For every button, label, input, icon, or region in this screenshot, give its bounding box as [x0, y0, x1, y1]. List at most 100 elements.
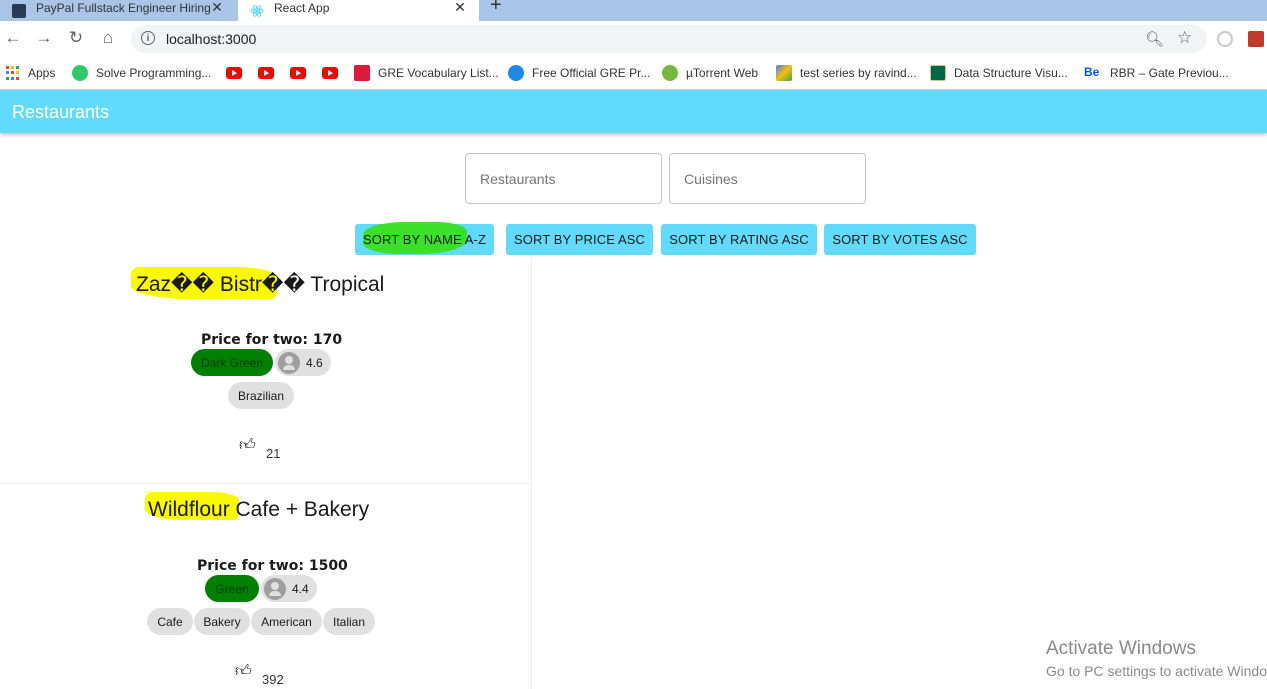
bookmark-label: GRE Vocabulary List... — [378, 66, 499, 80]
bookmark-gre-vocabulary[interactable]: GRE Vocabulary List... — [354, 64, 499, 82]
url-text[interactable]: localhost:3000 — [166, 31, 256, 47]
bookmark-label: Apps — [28, 66, 56, 80]
cuisine-chip: Cafe — [147, 608, 193, 635]
tab-paypal[interactable]: PayPal Fullstack Engineer Hiring C ✕ — [0, 0, 236, 21]
cuisines-search-input[interactable] — [682, 170, 856, 188]
sort-button-label: SORT BY NAME A-Z — [363, 232, 486, 247]
bookmarks-bar: Apps Solve Programming... GRE Vocabulary… — [0, 57, 1267, 90]
rating-color-chip: Green — [205, 575, 259, 602]
profile-extension-icon[interactable] — [1248, 31, 1264, 47]
cuisine-chip: Bakery — [194, 608, 250, 635]
sort-by-price-button[interactable]: SORT BY PRICE ASC — [506, 224, 653, 255]
thumbs-icon: 👍︎ — [235, 663, 252, 680]
new-tab-button[interactable]: + — [490, 0, 502, 17]
bookmark-label: Data Structure Visu... — [954, 66, 1068, 80]
ets-icon — [508, 65, 524, 81]
info-icon[interactable]: i — [141, 31, 155, 45]
bookmark-youtube-3[interactable] — [290, 64, 306, 82]
user-avatar-icon — [278, 351, 300, 374]
sort-button-label: SORT BY RATING ASC — [669, 232, 809, 247]
grid-divider — [531, 258, 532, 689]
price-for-two: Price for two: 1500 — [197, 558, 348, 574]
bookmark-label: Solve Programming... — [96, 66, 212, 80]
zoom-icon[interactable]: 🔍︎ — [1145, 30, 1164, 48]
votes-count: 21 — [266, 446, 281, 461]
sort-by-rating-button[interactable]: SORT BY RATING ASC — [661, 224, 817, 255]
bookmark-label: test series by ravind... — [800, 66, 917, 80]
bookmark-label: RBR – Gate Previou... — [1110, 66, 1229, 80]
youtube-icon — [258, 67, 274, 79]
extension-icon[interactable] — [1217, 31, 1233, 47]
sort-by-votes-button[interactable]: SORT BY VOTES ASC — [824, 224, 976, 255]
thumbs-icon: 👍︎ — [239, 437, 256, 454]
bookmark-free-official-gre[interactable]: Free Official GRE Pr... — [508, 64, 650, 82]
sort-by-name-button[interactable]: SORT BY NAME A-Z — [355, 222, 494, 255]
cuisine-chip: Italian — [323, 608, 375, 635]
rating-color-label: Dark Green — [200, 355, 264, 370]
react-favicon-icon — [250, 4, 264, 18]
address-bar[interactable]: i localhost:3000 🔍︎ ☆ — [131, 25, 1207, 53]
restaurant-name: Zaz�� Bistr�� Tropical — [136, 273, 385, 296]
youtube-icon — [226, 67, 242, 79]
hackerrank-icon — [72, 65, 88, 81]
tab-title: React App — [274, 0, 330, 15]
bookmark-utorrent[interactable]: µTorrent Web — [662, 64, 758, 82]
user-avatar-icon — [264, 577, 286, 600]
navigation-bar: ← → ↻ ⌂ i localhost:3000 🔍︎ ☆ — [0, 21, 1267, 57]
usf-icon — [930, 65, 946, 81]
home-icon[interactable]: ⌂ — [98, 28, 118, 48]
page-title: Restaurants — [12, 102, 110, 122]
tab-react-app[interactable]: React App ✕ — [238, 0, 479, 21]
bookmark-solve-programming[interactable]: Solve Programming... — [72, 64, 211, 82]
restaurants-search-input[interactable] — [478, 170, 652, 188]
bookmark-test-series[interactable]: test series by ravind... — [776, 64, 917, 82]
cuisine-chip: American — [251, 608, 322, 635]
bookmark-rbr-gate[interactable]: Be RBR – Gate Previou... — [1084, 64, 1229, 82]
forward-arrow-icon[interactable]: → — [34, 28, 54, 48]
back-arrow-icon[interactable]: ← — [3, 28, 23, 48]
app-header: Restaurants — [0, 90, 1267, 133]
reload-icon[interactable]: ↻ — [66, 28, 86, 48]
rating-value: 4.6 — [306, 355, 323, 370]
youtube-icon — [290, 67, 306, 79]
rating-color-label: Green — [215, 581, 249, 596]
close-icon[interactable]: ✕ — [453, 0, 467, 16]
rating-color-chip: Dark Green — [191, 349, 273, 376]
tab-title: PayPal Fullstack Engineer Hiring C — [36, 0, 210, 15]
cuisine-label: Bakery — [203, 614, 241, 629]
rating-chip: 4.6 — [275, 349, 331, 376]
utorrent-icon — [662, 65, 678, 81]
sort-button-label: SORT BY VOTES ASC — [832, 232, 968, 247]
behance-icon: Be — [1084, 65, 1102, 81]
bookmark-youtube-1[interactable] — [226, 64, 242, 82]
paypal-favicon-icon — [12, 3, 26, 18]
cuisine-chip: Brazilian — [228, 382, 294, 409]
bookmark-data-structure[interactable]: Data Structure Visu... — [930, 64, 1068, 82]
bookmark-label: µTorrent Web — [686, 66, 759, 80]
bookmark-apps[interactable]: Apps — [6, 64, 55, 82]
card-divider — [0, 483, 531, 484]
votes-count: 392 — [262, 672, 284, 687]
price-for-two: Price for two: 170 — [201, 332, 343, 348]
test-series-icon — [776, 65, 792, 81]
cuisine-label: Italian — [332, 614, 366, 629]
bookmark-youtube-4[interactable] — [322, 64, 338, 82]
bookmark-youtube-2[interactable] — [258, 64, 274, 82]
cuisines-field[interactable] — [669, 153, 866, 204]
rating-chip: 4.4 — [261, 575, 317, 602]
watermark-subtitle: Go to PC settings to activate Windows. — [1046, 663, 1267, 679]
tab-strip: PayPal Fullstack Engineer Hiring C ✕ Rea… — [0, 0, 1267, 21]
cuisine-label: Cafe — [157, 614, 183, 629]
apps-grid-icon — [6, 66, 20, 80]
restaurants-field[interactable] — [465, 153, 662, 204]
cuisine-label: American — [261, 614, 312, 629]
restaurant-name: Wildflour Cafe + Bakery — [148, 498, 370, 521]
cuisine-label: Brazilian — [237, 388, 285, 403]
bookmark-label: Free Official GRE Pr... — [532, 66, 651, 80]
sort-button-label: SORT BY PRICE ASC — [513, 232, 646, 247]
gre-icon — [354, 65, 370, 81]
close-icon[interactable]: ✕ — [210, 0, 224, 16]
watermark-title: Activate Windows — [1046, 638, 1196, 659]
bookmark-star-icon[interactable]: ☆ — [1177, 28, 1192, 48]
youtube-icon — [322, 67, 338, 79]
